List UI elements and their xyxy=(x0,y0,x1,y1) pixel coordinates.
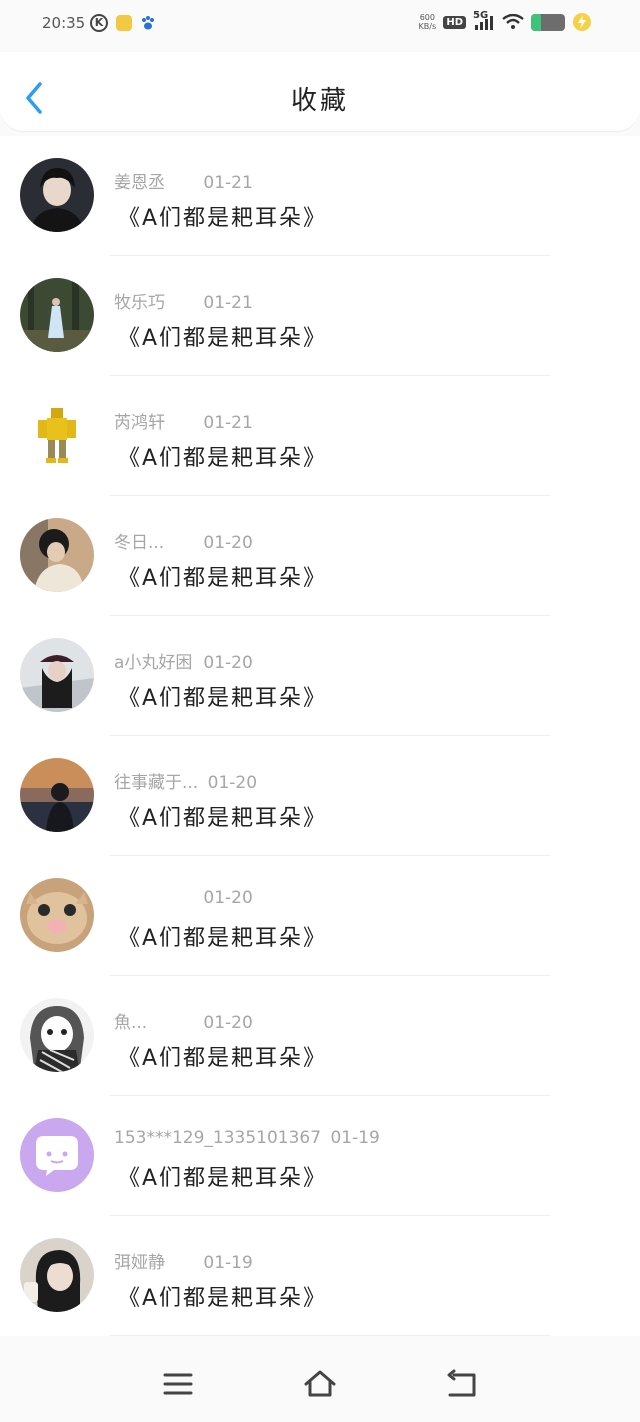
app-icon-yellow xyxy=(116,15,132,31)
status-time: 20:35 xyxy=(42,14,86,32)
book-title: 《A们都是耙耳朵》 xyxy=(118,206,328,231)
network-speed: 600 KB/s xyxy=(418,13,437,31)
item-date: 01-20 xyxy=(203,533,253,553)
avatar[interactable] xyxy=(20,1118,94,1192)
avatar[interactable] xyxy=(20,278,94,352)
item-meta: 姜恩丞 01-21 xyxy=(114,168,253,193)
item-meta: 01-20 xyxy=(114,888,253,908)
item-date: 01-21 xyxy=(203,413,253,433)
user-name: 弭娅静 xyxy=(114,1253,165,1273)
book-title: 《A们都是耙耳朵》 xyxy=(118,1166,328,1191)
avatar[interactable] xyxy=(20,1238,94,1312)
book-title: 《A们都是耙耳朵》 xyxy=(118,446,328,471)
user-name: a小丸好困 xyxy=(114,653,193,673)
avatar[interactable] xyxy=(20,518,94,592)
signal-icon: 5G xyxy=(473,10,495,30)
system-nav-bar xyxy=(0,1342,640,1422)
favorite-item[interactable]: 往事藏于... 01-20 《A们都是耙耳朵》 xyxy=(0,736,640,856)
status-system-icons: 600 KB/s HD 5G xyxy=(418,10,592,32)
avatar[interactable] xyxy=(20,878,94,952)
speed-unit: KB/s xyxy=(418,22,437,31)
favorite-item[interactable]: a小丸好困 01-20 《A们都是耙耳朵》 xyxy=(0,616,640,736)
user-name: 冬日... xyxy=(114,533,165,553)
page-header: 收藏 xyxy=(0,52,640,132)
item-date: 01-20 xyxy=(207,773,258,793)
avatar[interactable] xyxy=(20,758,94,832)
book-title: 《A们都是耙耳朵》 xyxy=(118,326,328,351)
favorite-item[interactable]: 153***129_1335101367 01-19 《A们都是耙耳朵》 xyxy=(0,1096,640,1216)
item-date: 01-20 xyxy=(203,1013,253,1033)
favorite-item[interactable]: 弭娅静 01-19 《A们都是耙耳朵》 xyxy=(0,1216,640,1336)
status-bar: 20:35 K 600 KB/s HD 5G xyxy=(0,0,640,52)
hd-badge: HD xyxy=(443,15,466,29)
user-name: 牧乐巧 xyxy=(114,293,165,313)
battery-icon xyxy=(531,13,565,31)
avatar[interactable] xyxy=(20,998,94,1072)
user-name: 往事藏于... xyxy=(114,773,199,793)
avatar[interactable] xyxy=(20,398,94,472)
favorite-item[interactable]: 魚... 01-20 《A们都是耙耳朵》 xyxy=(0,976,640,1096)
item-date: 01-20 xyxy=(203,888,253,908)
item-meta: 牧乐巧 01-21 xyxy=(114,288,253,313)
back-arrow-icon[interactable] xyxy=(444,1366,480,1402)
item-meta: a小丸好困 01-20 xyxy=(114,648,253,673)
book-title: 《A们都是耙耳朵》 xyxy=(118,566,328,591)
favorite-item[interactable]: 牧乐巧 01-21 《A们都是耙耳朵》 xyxy=(0,256,640,376)
item-date: 01-21 xyxy=(203,293,253,313)
user-name: 魚... xyxy=(114,1013,148,1033)
item-date: 01-21 xyxy=(203,173,253,193)
item-meta: 魚... 01-20 xyxy=(114,1008,253,1033)
favorite-item[interactable]: 姜恩丞 01-21 《A们都是耙耳朵》 xyxy=(0,136,640,256)
favorite-item[interactable]: 冬日... 01-20 《A们都是耙耳朵》 xyxy=(0,496,640,616)
menu-icon[interactable] xyxy=(160,1366,196,1402)
network-type: 5G xyxy=(473,10,489,21)
book-title: 《A们都是耙耳朵》 xyxy=(118,926,328,951)
row-divider xyxy=(110,1335,550,1336)
item-date: 01-19 xyxy=(203,1253,253,1273)
item-date: 01-19 xyxy=(330,1128,380,1148)
baidu-paw-icon xyxy=(142,16,154,30)
user-name: 姜恩丞 xyxy=(114,173,165,193)
avatar[interactable] xyxy=(20,638,94,712)
item-meta: 153***129_1335101367 01-19 xyxy=(114,1128,380,1148)
favorites-list: 姜恩丞 01-21 《A们都是耙耳朵》 牧乐巧 01-21 《A们都是耙耳朵》 … xyxy=(0,136,640,1336)
favorite-item[interactable]: 01-20 《A们都是耙耳朵》 xyxy=(0,856,640,976)
item-meta: 往事藏于... 01-20 xyxy=(114,768,257,793)
favorite-item[interactable]: 芮鸿轩 01-21 《A们都是耙耳朵》 xyxy=(0,376,640,496)
book-title: 《A们都是耙耳朵》 xyxy=(118,1286,328,1311)
user-name: 153***129_1335101367 xyxy=(114,1128,322,1148)
item-meta: 弭娅静 01-19 xyxy=(114,1248,253,1273)
item-date: 01-20 xyxy=(203,653,253,673)
book-title: 《A们都是耙耳朵》 xyxy=(118,686,328,711)
item-meta: 芮鸿轩 01-21 xyxy=(114,408,253,433)
k-circle-icon: K xyxy=(90,14,108,32)
avatar[interactable] xyxy=(20,158,94,232)
wifi-icon xyxy=(502,14,524,29)
book-title: 《A们都是耙耳朵》 xyxy=(118,1046,328,1071)
item-meta: 冬日... 01-20 xyxy=(114,528,253,553)
page-title: 收藏 xyxy=(290,86,349,116)
home-icon[interactable] xyxy=(302,1366,338,1402)
status-notification-icons: K xyxy=(90,14,156,32)
book-title: 《A们都是耙耳朵》 xyxy=(118,806,328,831)
user-name: 芮鸿轩 xyxy=(114,413,165,433)
speed-value: 600 xyxy=(419,13,435,22)
charging-bolt-icon xyxy=(573,13,591,31)
